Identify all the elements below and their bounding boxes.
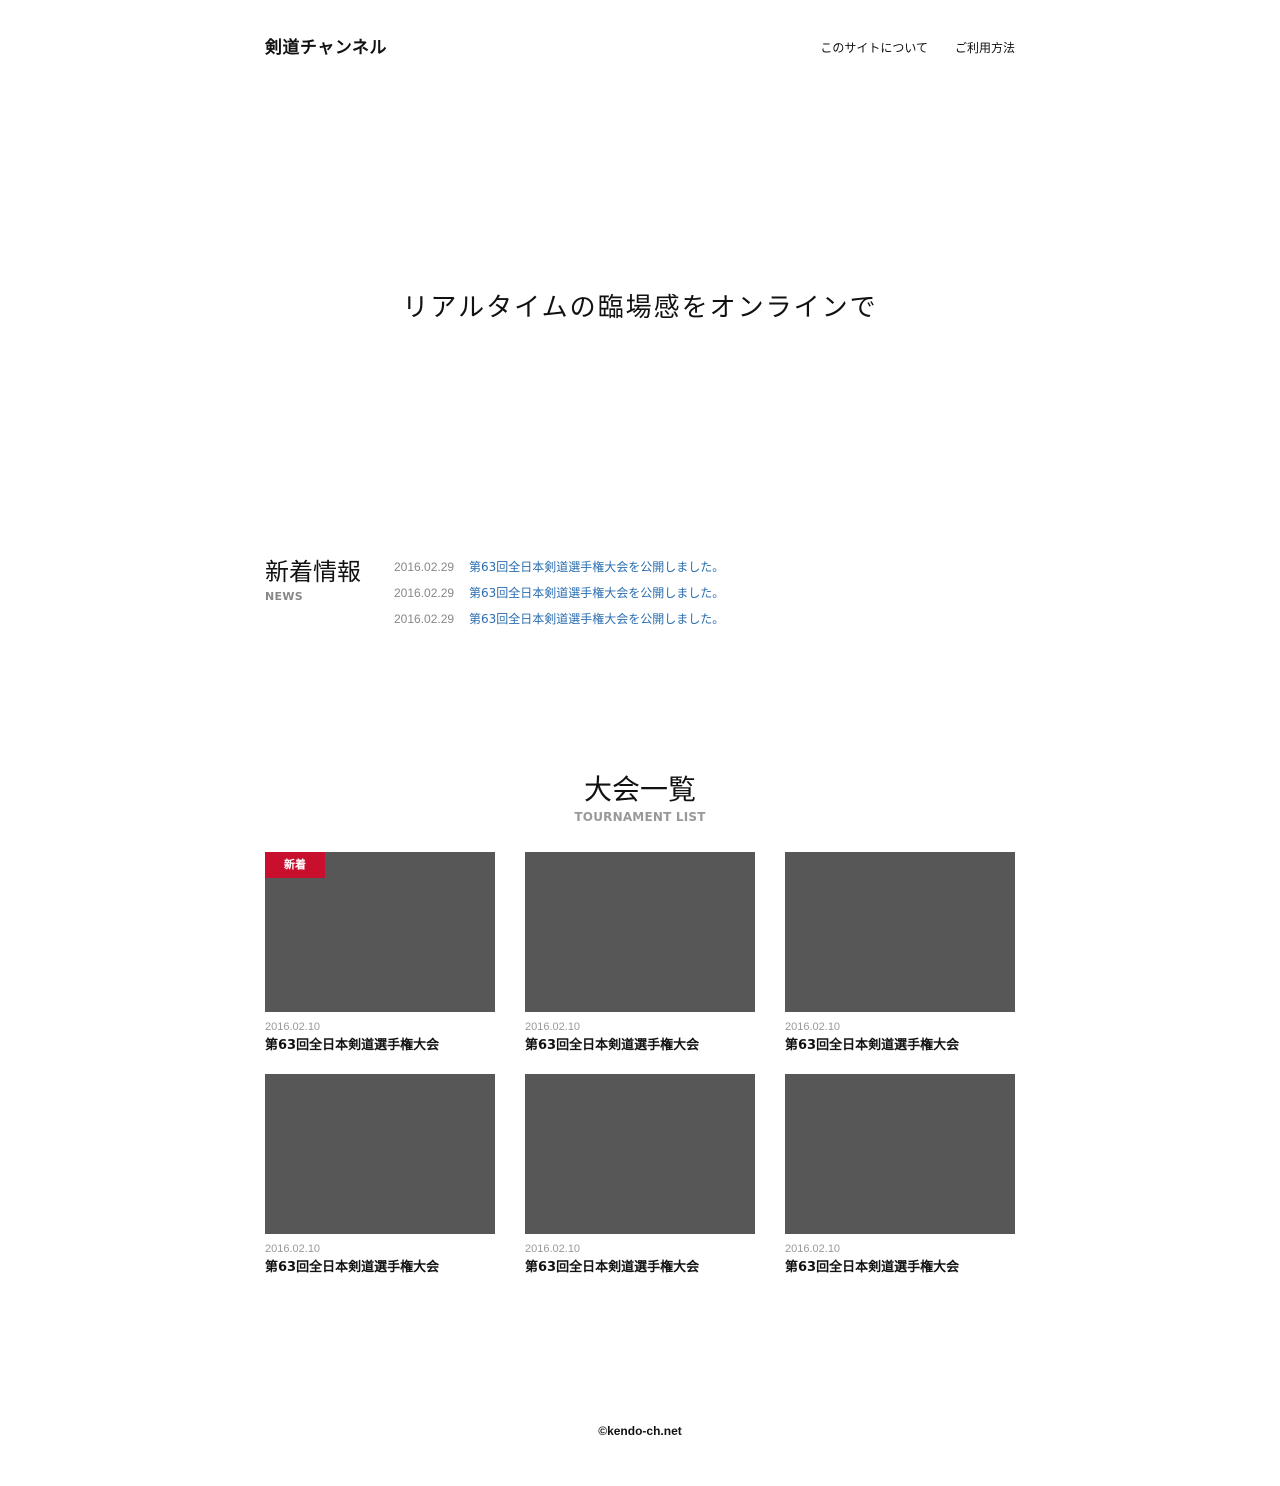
- copyright: ©kendo-ch.net: [598, 1424, 682, 1438]
- tournament-card[interactable]: 新着 2016.02.10 第63回全日本剣道選手権大会: [265, 852, 495, 1054]
- tournament-card[interactable]: 2016.02.10 第63回全日本剣道選手権大会: [265, 1074, 495, 1276]
- new-badge: 新着: [265, 852, 325, 878]
- tournament-thumbnail: [785, 852, 1015, 1012]
- news-heading: 新着情報 NEWS: [265, 556, 361, 604]
- tournament-list-subtitle: TOURNAMENT LIST: [574, 810, 706, 824]
- tournament-date: 2016.02.10: [265, 1021, 321, 1033]
- tournament-thumbnail: 新着: [265, 852, 495, 1012]
- tournament-thumbnail: [785, 1074, 1015, 1234]
- tournament-title: 第63回全日本剣道選手権大会: [265, 1260, 440, 1275]
- news-section: 新着情報 NEWS 2016.02.29 第63回全日本剣道選手権大会を公開しま…: [265, 556, 1015, 646]
- tournament-list-heading: 大会一覧 TOURNAMENT LIST: [0, 772, 1280, 825]
- tournament-card[interactable]: 2016.02.10 第63回全日本剣道選手権大会: [785, 1074, 1015, 1276]
- tournament-date: 2016.02.10: [525, 1021, 581, 1033]
- nav-about-link[interactable]: このサイトについて: [820, 39, 928, 57]
- hero: リアルタイムの臨場感をオンラインで: [0, 290, 1280, 326]
- site-header: 剣道チャンネル このサイトについて ご利用方法: [265, 36, 1015, 62]
- hero-title: リアルタイムの臨場感をオンラインで: [402, 293, 878, 323]
- tournament-date: 2016.02.10: [785, 1243, 841, 1255]
- tournament-grid: 新着 2016.02.10 第63回全日本剣道選手権大会 2016.02.10 …: [265, 852, 1015, 1276]
- tournament-thumbnail: [525, 1074, 755, 1234]
- news-date: 2016.02.29: [394, 586, 455, 600]
- news-date: 2016.02.29: [394, 612, 455, 626]
- tournament-title: 第63回全日本剣道選手権大会: [785, 1260, 960, 1275]
- news-link[interactable]: 第63回全日本剣道選手権大会を公開しました。: [469, 610, 724, 636]
- tournament-card[interactable]: 2016.02.10 第63回全日本剣道選手権大会: [525, 1074, 755, 1276]
- news-date: 2016.02.29: [394, 560, 455, 574]
- site-footer: ©kendo-ch.net: [0, 1423, 1280, 1439]
- tournament-thumbnail: [265, 1074, 495, 1234]
- news-subtitle: NEWS: [265, 590, 303, 603]
- nav-howto-link[interactable]: ご利用方法: [955, 39, 1015, 57]
- site-logo[interactable]: 剣道チャンネル: [265, 36, 387, 60]
- tournament-card[interactable]: 2016.02.10 第63回全日本剣道選手権大会: [785, 852, 1015, 1054]
- main-nav: このサイトについて ご利用方法: [820, 39, 1015, 57]
- tournament-list-title: 大会一覧: [583, 773, 696, 806]
- news-link[interactable]: 第63回全日本剣道選手権大会を公開しました。: [469, 558, 724, 584]
- tournament-card[interactable]: 2016.02.10 第63回全日本剣道選手権大会: [525, 852, 755, 1054]
- news-item: 2016.02.29 第63回全日本剣道選手権大会を公開しました。: [394, 610, 724, 636]
- tournament-title: 第63回全日本剣道選手権大会: [525, 1260, 700, 1275]
- tournament-date: 2016.02.10: [525, 1243, 581, 1255]
- news-item: 2016.02.29 第63回全日本剣道選手権大会を公開しました。: [394, 584, 724, 610]
- news-title: 新着情報: [265, 558, 361, 586]
- news-item: 2016.02.29 第63回全日本剣道選手権大会を公開しました。: [394, 558, 724, 584]
- tournament-title: 第63回全日本剣道選手権大会: [265, 1038, 440, 1053]
- tournament-title: 第63回全日本剣道選手権大会: [785, 1038, 960, 1053]
- news-link[interactable]: 第63回全日本剣道選手権大会を公開しました。: [469, 584, 724, 610]
- tournament-thumbnail: [525, 852, 755, 1012]
- tournament-date: 2016.02.10: [785, 1021, 841, 1033]
- news-list: 2016.02.29 第63回全日本剣道選手権大会を公開しました。 2016.0…: [394, 558, 724, 636]
- tournament-title: 第63回全日本剣道選手権大会: [525, 1038, 700, 1053]
- tournament-date: 2016.02.10: [265, 1243, 321, 1255]
